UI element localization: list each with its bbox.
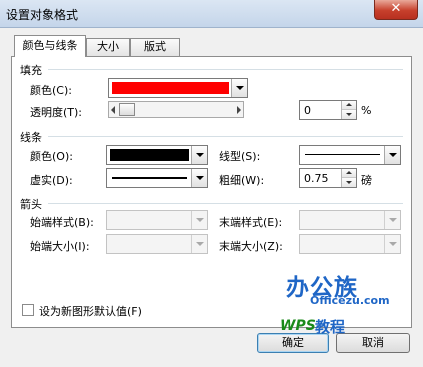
- ok-button-label: 确定: [282, 336, 304, 349]
- dash-dropdown[interactable]: [106, 168, 208, 188]
- weight-value: 0.75: [304, 172, 329, 185]
- close-button[interactable]: ✕: [374, 0, 418, 20]
- dash-label: 虚实(D):: [30, 174, 73, 187]
- fill-section-title: 填充: [20, 64, 42, 77]
- line-style-preview: [305, 154, 380, 155]
- chevron-down-icon: [389, 153, 397, 157]
- fill-color-swatch: [112, 82, 229, 94]
- dash-preview: [112, 177, 187, 179]
- separator: [48, 69, 403, 70]
- weight-unit: 磅: [361, 174, 372, 187]
- line-style-label: 线型(S):: [219, 150, 261, 163]
- watermark-wps: WPS: [280, 318, 316, 334]
- arrows-section-title: 箭头: [20, 198, 42, 211]
- tab-label: 版式: [144, 40, 166, 53]
- end-size-label: 末端大小(Z):: [219, 240, 283, 253]
- watermark-url: Officezu.com: [310, 294, 390, 307]
- chevron-down-icon: [196, 218, 204, 222]
- line-section-title: 线条: [20, 131, 42, 144]
- chevron-down-icon: [236, 86, 244, 90]
- fill-color-dropdown[interactable]: [108, 78, 248, 98]
- dash-dropdown-button[interactable]: [191, 169, 207, 187]
- tab-layout[interactable]: 版式: [130, 38, 180, 56]
- transparency-value: 0: [304, 104, 311, 117]
- close-icon: ✕: [390, 1, 402, 16]
- line-color-dropdown[interactable]: [106, 145, 208, 165]
- begin-size-label: 始端大小(I):: [30, 240, 90, 253]
- line-color-dropdown-button[interactable]: [191, 146, 207, 164]
- begin-style-label: 始端样式(B):: [30, 216, 94, 229]
- begin-size-dropdown[interactable]: [106, 234, 208, 254]
- slider-right-icon[interactable]: [237, 106, 241, 114]
- separator: [48, 136, 403, 137]
- arrow-down-icon[interactable]: [342, 110, 356, 119]
- transparency-label: 透明度(T):: [30, 106, 83, 119]
- title-bar: 设置对象格式 ✕: [0, 0, 423, 28]
- line-color-swatch: [110, 149, 189, 161]
- chevron-down-icon: [389, 218, 397, 222]
- watermark-tutorial: 教程: [315, 318, 346, 336]
- transparency-input[interactable]: 0: [299, 100, 357, 120]
- chevron-down-icon: [196, 153, 204, 157]
- weight-label: 粗细(W):: [219, 174, 265, 187]
- slider-thumb[interactable]: [119, 103, 135, 116]
- fill-color-dropdown-button[interactable]: [231, 79, 247, 97]
- tab-colors-and-lines[interactable]: 颜色与线条: [14, 35, 86, 57]
- tab-size[interactable]: 大小: [86, 38, 130, 56]
- arrow-up-icon[interactable]: [342, 101, 356, 110]
- end-style-dropdown[interactable]: [299, 210, 401, 230]
- begin-size-dropdown-button[interactable]: [191, 235, 207, 253]
- arrow-up-icon[interactable]: [342, 169, 356, 178]
- weight-input[interactable]: 0.75: [299, 168, 357, 188]
- begin-style-dropdown-button[interactable]: [191, 211, 207, 229]
- line-color-label: 颜色(O):: [30, 150, 73, 163]
- end-size-dropdown-button[interactable]: [384, 235, 400, 253]
- cancel-button-label: 取消: [362, 336, 384, 349]
- set-default-checkbox[interactable]: [22, 304, 34, 316]
- tab-label: 大小: [97, 40, 119, 53]
- line-style-dropdown-button[interactable]: [384, 146, 400, 164]
- chevron-down-icon: [196, 242, 204, 246]
- set-default-label[interactable]: 设为新图形默认值(F): [39, 303, 142, 319]
- transparency-slider[interactable]: [108, 101, 244, 118]
- slider-left-icon[interactable]: [111, 106, 115, 114]
- arrow-down-icon[interactable]: [342, 178, 356, 187]
- line-style-dropdown[interactable]: [299, 145, 401, 165]
- end-style-dropdown-button[interactable]: [384, 211, 400, 229]
- end-style-label: 末端样式(E):: [219, 216, 283, 229]
- chevron-down-icon: [389, 242, 397, 246]
- cancel-button[interactable]: 取消: [336, 333, 410, 353]
- percent-unit: %: [361, 104, 372, 117]
- end-size-dropdown[interactable]: [299, 234, 401, 254]
- chevron-down-icon: [196, 176, 204, 180]
- window-title: 设置对象格式: [6, 8, 79, 22]
- tab-label: 颜色与线条: [22, 39, 78, 52]
- begin-style-dropdown[interactable]: [106, 210, 208, 230]
- separator: [48, 203, 403, 204]
- fill-color-label: 颜色(C):: [30, 84, 72, 97]
